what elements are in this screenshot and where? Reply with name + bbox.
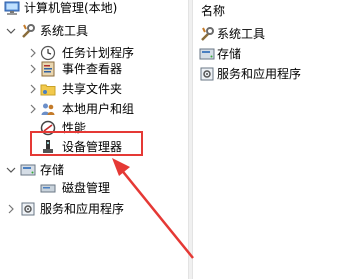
list-item-label: 存储: [217, 47, 242, 61]
chevron-right-icon[interactable]: [28, 64, 38, 74]
tree-item-services-apps[interactable]: 服务和应用程序: [0, 198, 188, 220]
services-icon: [200, 67, 214, 81]
chevron-down-icon[interactable]: [6, 165, 16, 175]
shared-folder-icon: [40, 84, 56, 96]
tree-item-shared-folders[interactable]: 共享文件夹: [0, 78, 188, 100]
column-header-name[interactable]: 名称: [201, 2, 225, 20]
chevron-right-icon[interactable]: [28, 48, 38, 58]
chevron-right-icon[interactable]: [6, 204, 16, 214]
list-item-label: 系统工具: [217, 27, 266, 41]
disk-icon: [40, 184, 56, 193]
tree-item-label: 系统工具: [40, 24, 89, 38]
chevron-right-icon[interactable]: [28, 84, 38, 94]
chevron-right-icon[interactable]: [28, 104, 38, 114]
tree-item-label: 磁盘管理: [62, 181, 111, 195]
tree-item-system-tools[interactable]: 系统工具: [0, 20, 188, 42]
services-icon: [21, 202, 35, 216]
tree-item-event-viewer[interactable]: 事件查看器: [0, 58, 188, 80]
details-pane: 名称 系统工具 存储 服务和应用程序: [193, 0, 350, 279]
tree-root-label: 计算机管理(本地): [24, 1, 118, 15]
storage-icon: [199, 48, 215, 60]
tree-item-label: 服务和应用程序: [40, 202, 125, 216]
annotation-highlight-box: [30, 131, 143, 156]
storage-icon: [20, 164, 36, 176]
tree-root[interactable]: 计算机管理(本地): [0, 0, 188, 19]
computer-icon: [4, 1, 20, 15]
users-icon: [41, 103, 55, 115]
tree-item-disk-management[interactable]: 磁盘管理: [0, 177, 188, 199]
chevron-down-icon[interactable]: [6, 26, 16, 36]
tools-icon: [201, 27, 214, 41]
list-item-label: 服务和应用程序: [217, 67, 302, 81]
tree-item-label: 事件查看器: [62, 62, 123, 76]
event-viewer-icon: [41, 61, 55, 77]
tools-icon: [22, 24, 35, 38]
tree-item-label: 共享文件夹: [62, 82, 123, 96]
